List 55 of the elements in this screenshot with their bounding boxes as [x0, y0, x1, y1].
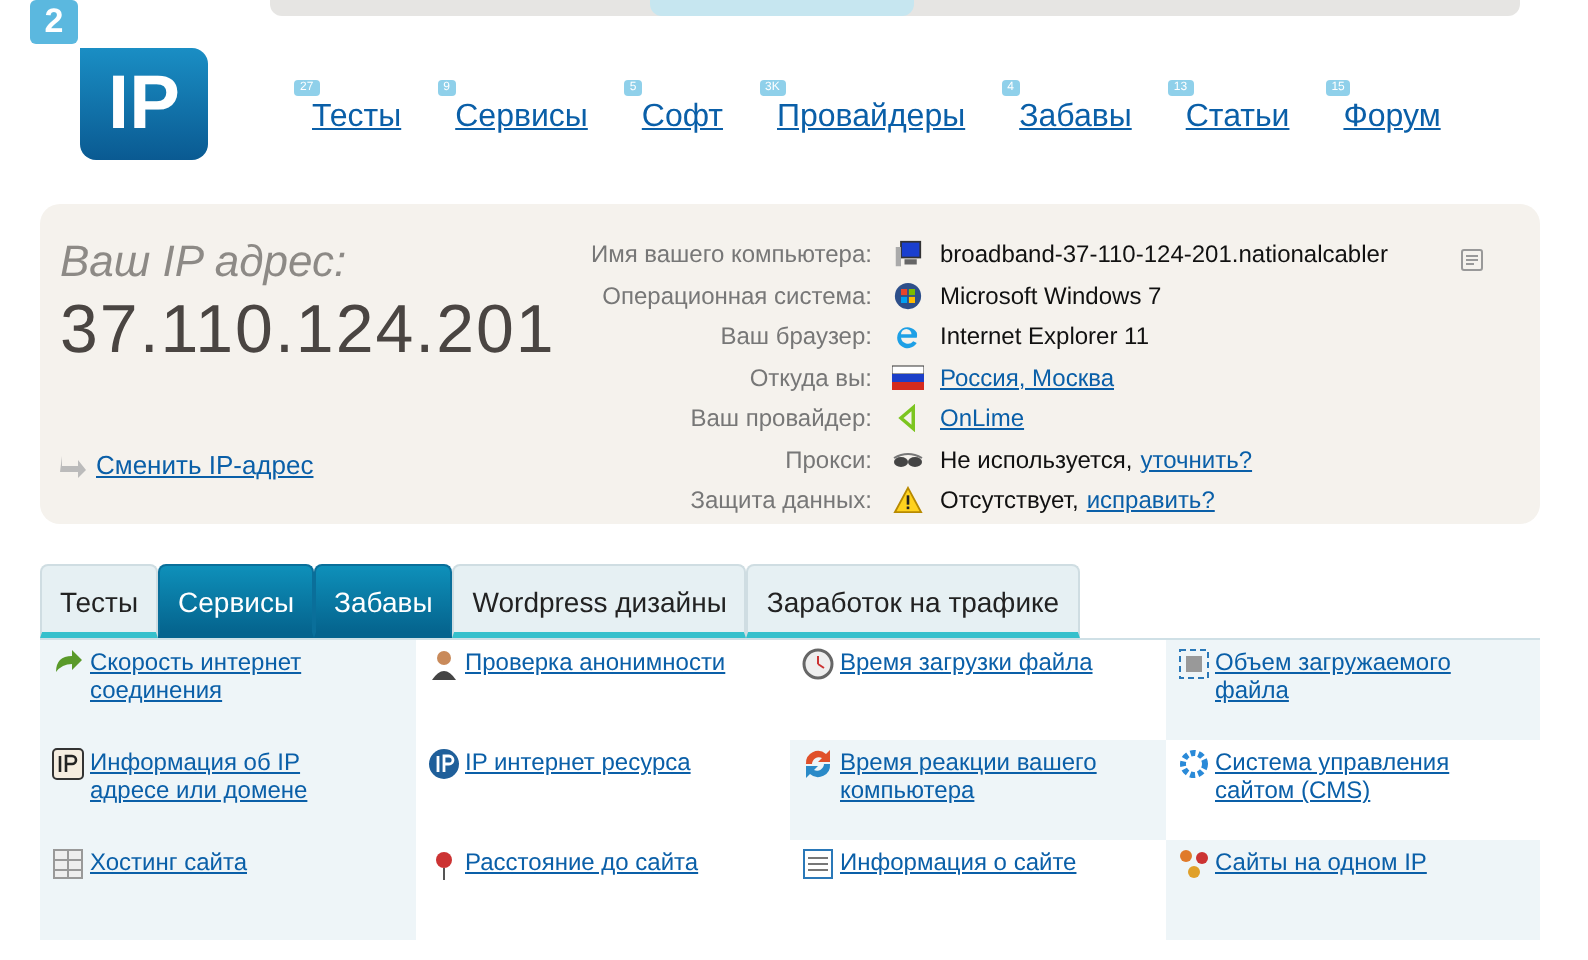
tab[interactable]: Сервисы: [158, 564, 315, 638]
detail-value: Отсутствует,: [940, 486, 1079, 515]
tab[interactable]: Заработок на трафике: [746, 564, 1080, 638]
service-link[interactable]: Время загрузки файла: [840, 648, 1093, 676]
monitor-icon: [892, 240, 924, 269]
service-link[interactable]: Хостинг сайта: [90, 848, 247, 876]
detail-value: Не используется,: [940, 445, 1133, 474]
tab[interactable]: Забавы: [314, 564, 453, 638]
service-link[interactable]: Информация о сайте: [840, 848, 1077, 876]
nav-link[interactable]: Тесты: [312, 100, 402, 134]
detail-label: Ваш браузер:: [718, 322, 872, 351]
detail-link[interactable]: исправить?: [1086, 486, 1215, 515]
service-link[interactable]: Расстояние до сайта: [465, 848, 699, 876]
nav-link[interactable]: Сервисы: [455, 100, 588, 134]
tab[interactable]: Тесты: [40, 564, 159, 638]
detail-link[interactable]: Россия, Москва: [940, 363, 1114, 392]
ip-heading: Ваш IP адрес:: [60, 236, 349, 288]
nav-link[interactable]: Провайдеры: [777, 100, 966, 134]
detail-link[interactable]: уточнить?: [1140, 445, 1253, 474]
person-icon: [427, 648, 459, 680]
tab[interactable]: Wordpress дизайны: [452, 564, 747, 638]
service-link[interactable]: Проверка анонимности: [465, 648, 726, 676]
service-link[interactable]: Сайты на одном IP: [1215, 848, 1427, 876]
detail-label: Защита данных:: [688, 486, 872, 515]
frame-icon: [1177, 648, 1209, 680]
table-grid-icon: [52, 848, 84, 880]
detail-link[interactable]: OnLime: [940, 404, 1025, 433]
ip-box-icon: [52, 748, 84, 780]
service-link[interactable]: IP интернет ресурса: [465, 748, 691, 776]
gear-icon: [1177, 748, 1209, 780]
flag-icon: [892, 363, 924, 392]
detail-label: Прокси:: [783, 445, 872, 474]
clock-icon: [802, 648, 834, 680]
network-icon: [1177, 848, 1209, 880]
windows-logo-icon: [892, 281, 924, 310]
service-link[interactable]: Система управления сайтом (CMS): [1215, 748, 1495, 804]
detail-label: Имя вашего компьютера:: [588, 240, 872, 269]
nav-link[interactable]: Форум: [1343, 100, 1441, 134]
nav-link[interactable]: Софт: [641, 100, 723, 134]
document-icon[interactable]: [1460, 248, 1484, 272]
nav-link[interactable]: Забавы: [1019, 100, 1132, 134]
ip-circle-icon: [427, 748, 459, 780]
document-icon: [802, 848, 834, 880]
warning-icon: [892, 486, 924, 515]
detail-label: Откуда вы:: [747, 363, 872, 392]
detail-label: Ваш провайдер:: [688, 404, 872, 433]
logo[interactable]: 2 IP: [30, 0, 214, 164]
detail-value: Internet Explorer 11: [940, 322, 1150, 351]
nav-link[interactable]: Статьи: [1185, 100, 1290, 134]
detail-value: broadband-37-110-124-201.nationalcabler: [940, 240, 1388, 269]
change-ip-link[interactable]: Сменить IP-адрес: [96, 450, 314, 480]
detail-value: Microsoft Windows 7: [940, 281, 1162, 310]
sync-arrows-icon: [802, 748, 834, 780]
ip-address: 37.110.124.201: [60, 292, 558, 370]
detail-label: Операционная система:: [600, 281, 872, 310]
